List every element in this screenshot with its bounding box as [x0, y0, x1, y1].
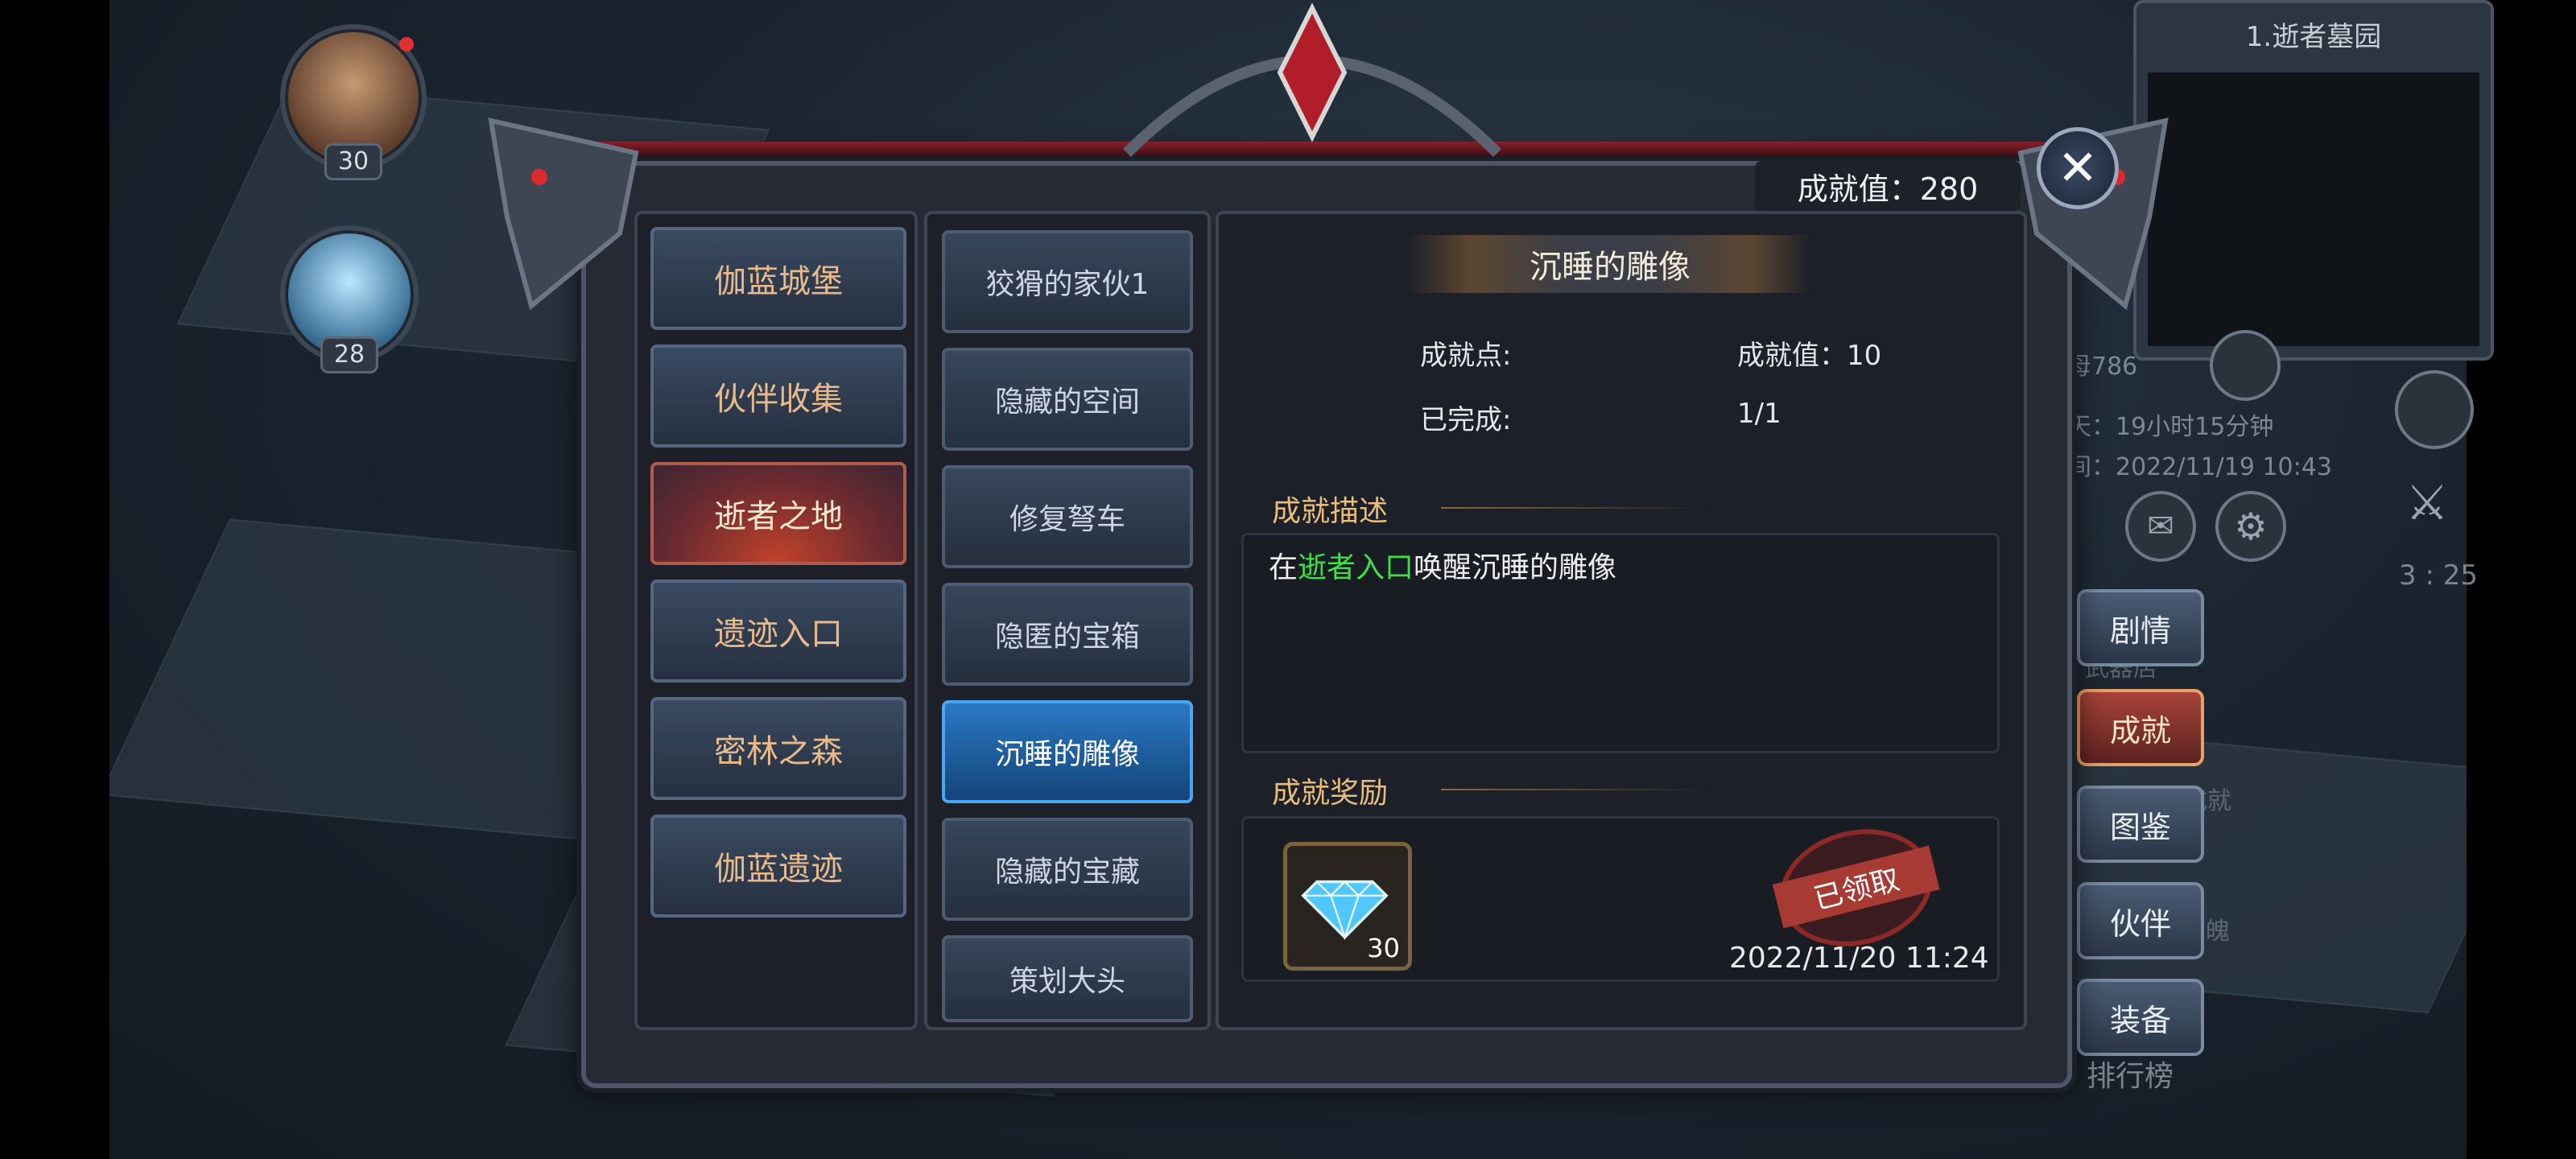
- category-tab[interactable]: 遗迹入口: [650, 580, 906, 683]
- achievement-score: 成就值：280: [1755, 161, 2021, 211]
- achievement-item[interactable]: 隐藏的空间: [942, 348, 1193, 451]
- bg-clock: 3 : 25: [2399, 559, 2478, 592]
- bg-time-left: 天：19小时15分钟: [2067, 413, 2274, 441]
- completed-label: 已完成:: [1420, 404, 1512, 436]
- feather-icon[interactable]: [2210, 330, 2281, 401]
- description-prefix: 在: [1269, 551, 1298, 584]
- crossed-swords-icon[interactable]: ⚔: [2399, 475, 2455, 531]
- description-location: 逝者入口: [1298, 551, 1414, 584]
- category-tab[interactable]: 伽蓝城堡: [650, 227, 906, 330]
- bg-name-fragment: 母786: [2067, 353, 2138, 381]
- description-heading: 成就描述: [1272, 495, 1389, 528]
- points-value: 成就值：10: [1737, 340, 1882, 372]
- achievement-item[interactable]: 隐藏的宝藏: [942, 818, 1193, 921]
- notification-dot: [399, 37, 414, 52]
- side-menu-story[interactable]: 剧情: [2077, 589, 2204, 666]
- minimap[interactable]: 1.逝者墓园: [2133, 0, 2494, 361]
- achievement-item[interactable]: 隐匿的宝箱: [942, 583, 1193, 686]
- party-portrait-companion[interactable]: 28: [280, 225, 419, 373]
- side-menu-partners[interactable]: 伙伴: [2077, 882, 2204, 959]
- achievement-item[interactable]: 沉睡的雕像: [942, 700, 1193, 803]
- leaderboard-label[interactable]: 排行榜: [2087, 1053, 2174, 1095]
- reward-count: 30: [1367, 933, 1400, 963]
- achievement-item[interactable]: 策划大头: [942, 935, 1193, 1022]
- side-menu-equipment[interactable]: 装备: [2077, 979, 2204, 1056]
- crest-ornament: [1123, 2, 1501, 157]
- category-tab[interactable]: 伙伴收集: [650, 344, 906, 448]
- dragon-head-left-icon: [488, 118, 639, 311]
- portrait-level: 28: [320, 336, 379, 373]
- claimed-stamp-label: 已领取: [1772, 845, 1940, 929]
- divider: [1441, 507, 1707, 509]
- reward-item[interactable]: 30: [1283, 842, 1412, 971]
- description-suffix: 唤醒沉睡的雕像: [1414, 551, 1617, 584]
- completed-value: 1/1: [1737, 398, 1781, 430]
- detail-title: 沉睡的雕像: [1409, 235, 1811, 293]
- points-label: 成就点:: [1420, 340, 1512, 372]
- gear-icon[interactable]: ⚙: [2215, 491, 2286, 562]
- bg-timestamp: 间：2022/11/19 10:43: [2067, 453, 2332, 481]
- portrait-level: 30: [324, 143, 383, 180]
- minimap-title: 1.逝者墓园: [2245, 21, 2382, 53]
- category-tab[interactable]: 逝者之地: [650, 462, 906, 565]
- mail-icon[interactable]: ✉: [2125, 491, 2196, 562]
- close-icon[interactable]: ✕: [2037, 127, 2119, 209]
- divider: [1441, 789, 1707, 790]
- description-text: 在逝者入口唤醒沉睡的雕像: [1269, 544, 1616, 586]
- minimap-view[interactable]: [2148, 72, 2479, 346]
- bg-faded-label: 魄: [2206, 918, 2230, 946]
- achievement-item[interactable]: 修复弩车: [942, 465, 1193, 568]
- side-menu-achievement[interactable]: 成就: [2077, 689, 2204, 766]
- achievement-item[interactable]: 狡猾的家伙1: [942, 230, 1193, 333]
- side-menu-codex[interactable]: 图鉴: [2077, 786, 2204, 863]
- claimed-time: 2022/11/20 11:24: [1729, 942, 1989, 975]
- category-tab[interactable]: 密林之森: [650, 697, 906, 800]
- party-portrait-hero[interactable]: 30: [280, 24, 427, 180]
- reward-heading: 成就奖励: [1272, 777, 1389, 810]
- compass-icon[interactable]: [2395, 370, 2474, 449]
- category-tab[interactable]: 伽蓝遗迹: [650, 815, 906, 918]
